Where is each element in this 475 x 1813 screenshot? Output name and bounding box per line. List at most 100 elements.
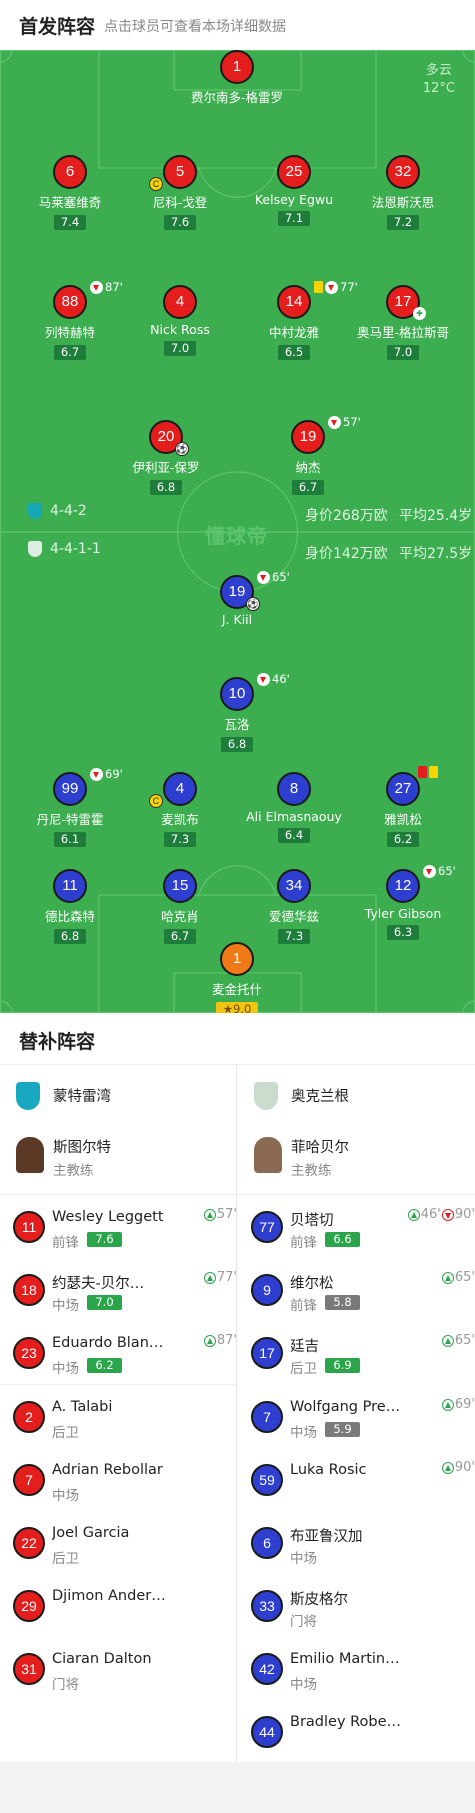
home-player[interactable]: 20 ⚽ 伊利亚-保罗 6.8 [106, 420, 226, 495]
sub-event: 87' [90, 280, 123, 294]
away-player[interactable]: 12 65' Tyler Gibson 6.3 [343, 864, 463, 940]
player-number: 17 [394, 293, 412, 310]
sub-player-row[interactable]: 2 A. Talabi 后卫 [0, 1385, 237, 1448]
sub-player-row[interactable]: 77 贝塔切 前锋 6.6 46' 90' [238, 1195, 475, 1258]
home-player[interactable]: 4 Nick Ross 7.0 [120, 285, 240, 356]
sub-out-icon [325, 280, 338, 294]
sub-out-icon [257, 672, 270, 686]
sub-position: 前锋 [290, 1235, 317, 1251]
sub-time: 46' [272, 672, 290, 686]
away-player[interactable]: 15 哈克肖 6.7 [120, 869, 240, 944]
sub-player-row[interactable]: 31 Ciaran Dalton 门将 [0, 1637, 237, 1700]
away-player[interactable]: 34 爱德华兹 7.3 [234, 869, 354, 944]
player-number: 15 [163, 869, 197, 903]
footer-spacer [0, 1762, 475, 1813]
home-player[interactable]: 14 77' 中村龙雅 6.5 [234, 280, 358, 360]
sub-player-row[interactable]: 7 Wolfgang Pre… 中场 5.9 69' [238, 1385, 475, 1448]
sub-name: Bradley Robe… [290, 1714, 402, 1730]
sub-time: 65' [454, 1270, 475, 1285]
sub-player-row[interactable]: 17 廷吉 后卫 6.9 65' [238, 1321, 475, 1384]
sub-rating: 5.9 [325, 1422, 360, 1437]
sub-time: 57' [343, 415, 361, 429]
sub-player-row[interactable]: 29 Djimon Ander… [0, 1574, 237, 1637]
sub-time: 65' [438, 864, 456, 878]
player-number: 4 [175, 780, 185, 797]
sub-name: 约瑟夫-贝尔… [52, 1276, 145, 1292]
sub-name: Eduardo Blan… [52, 1335, 164, 1351]
away-player[interactable]: 27 雅凯松 6.2 [343, 766, 463, 847]
sub-event: 65' [441, 1333, 475, 1348]
away-player[interactable]: 99 69' 丹尼-特雷霍 6.1 [10, 767, 130, 847]
player-name: J. Kiil [221, 612, 253, 627]
sub-player-row[interactable]: 18 约瑟夫-贝尔… 中场 7.0 77' [0, 1258, 237, 1321]
player-rating: 6.7 [291, 480, 325, 495]
player-number: 88 [53, 285, 87, 319]
player-name: 雅凯松 [384, 812, 422, 827]
sub-player-row[interactable]: 59 Luka Rosic 90' [238, 1448, 475, 1511]
sub-event: 69' [90, 767, 123, 781]
home-player[interactable]: 5C 尼科-戈登 7.6 [120, 155, 240, 230]
away-coach-row[interactable]: 菲哈贝尔 主教练 [238, 1125, 475, 1195]
sub-in-icon [203, 1271, 216, 1284]
yellow-card-icon [429, 766, 438, 778]
home-team-icon [16, 1082, 40, 1110]
home-coach-row[interactable]: 斯图尔特 主教练 [0, 1125, 237, 1195]
player-rating: 6.3 [386, 925, 420, 940]
home-player[interactable]: 32 法恩斯沃思 7.2 [343, 155, 463, 230]
away-value: 身价142万欧 [305, 546, 388, 562]
away-player[interactable]: 4C 麦凯布 7.3 [120, 772, 240, 847]
player-rating: 7.6 [163, 215, 197, 230]
player-name: 马莱塞维奇 [38, 195, 102, 210]
watermark-logo: 懂球帝 [205, 524, 268, 548]
home-player[interactable]: 17 ✚ 奥马里-格拉斯哥 7.0 [343, 285, 463, 360]
sub-player-row[interactable]: 9 维尔松 前锋 5.8 65' [238, 1258, 475, 1321]
away-player[interactable]: 11 德比森特 6.8 [10, 869, 130, 944]
away-goalkeeper[interactable]: 1 麦金托什 ★9.0 [177, 942, 297, 1013]
coach-name: 菲哈贝尔 [291, 1140, 349, 1156]
red-card-icon [418, 766, 427, 778]
player-name: Nick Ross [150, 322, 210, 337]
yellow-card-icon [314, 281, 323, 293]
sub-event: 46' 90' [407, 1207, 475, 1222]
sub-player-row[interactable]: 44 Bradley Robe… [238, 1700, 475, 1763]
sub-name: 维尔松 [290, 1276, 334, 1292]
sub-out-icon [423, 864, 436, 878]
sub-number: 18 [13, 1274, 45, 1306]
home-player[interactable]: 6 马莱塞维奇 7.4 [10, 155, 130, 230]
sub-event: 57' [203, 1207, 237, 1222]
sub-event: 46' [257, 672, 290, 686]
away-player[interactable]: 19 ⚽ 65' J. Kiil [177, 570, 297, 627]
sub-player-row[interactable]: 11 Wesley Leggett 前锋 7.6 57' [0, 1195, 237, 1258]
away-player[interactable]: 8 Ali Elmasnaouy 6.4 [234, 772, 354, 843]
sub-player-row[interactable]: 33 斯皮格尔 门将 [238, 1574, 475, 1637]
player-rating: 6.8 [53, 929, 87, 944]
sub-player-row[interactable]: 7 Adrian Rebollar 中场 [0, 1448, 237, 1511]
player-name: 奥马里-格拉斯哥 [356, 325, 449, 340]
home-player[interactable]: 1 费尔南多-格雷罗 [177, 50, 297, 106]
player-number: 1 [220, 50, 254, 84]
sub-position: 前锋 [290, 1298, 317, 1314]
sub-player-row[interactable]: 23 Eduardo Blan… 中场 6.2 87' [0, 1321, 237, 1384]
sub-player-row[interactable]: 6 布亚鲁汉加 中场 [238, 1511, 475, 1574]
away-team-row[interactable]: 奥克兰根 [238, 1065, 475, 1125]
home-player[interactable]: 25 Kelsey Egwu 7.1 [234, 155, 354, 226]
away-subs-column: 奥克兰根 菲哈贝尔 主教练 77 贝塔切 前锋 6.6 46' 90' 9 维尔松… [238, 1065, 475, 1762]
sub-time: 87' [216, 1333, 237, 1348]
sub-position: 后卫 [290, 1361, 317, 1377]
sub-position: 中场 [52, 1361, 79, 1377]
sub-number: 9 [251, 1274, 283, 1306]
player-number: 99 [53, 772, 87, 806]
player-number: 6 [53, 155, 87, 189]
home-player[interactable]: 88 87' 列特赫特 6.7 [10, 280, 130, 360]
sub-player-row[interactable]: 42 Emilio Martin… 中场 [238, 1637, 475, 1700]
sub-number: 59 [251, 1464, 283, 1496]
home-player[interactable]: 19 57' 纳杰 6.7 [248, 415, 368, 495]
sub-number: 2 [13, 1401, 45, 1433]
home-team-row[interactable]: 蒙特雷湾 [0, 1065, 237, 1125]
sub-time: 57' [216, 1207, 237, 1222]
away-player[interactable]: 10 46' 瓦洛 6.8 [177, 672, 297, 752]
sub-event: 65' [441, 1270, 475, 1285]
sub-rating: 7.0 [87, 1295, 122, 1310]
player-name: Tyler Gibson [364, 906, 442, 921]
sub-player-row[interactable]: 22 Joel Garcia 后卫 [0, 1511, 237, 1574]
